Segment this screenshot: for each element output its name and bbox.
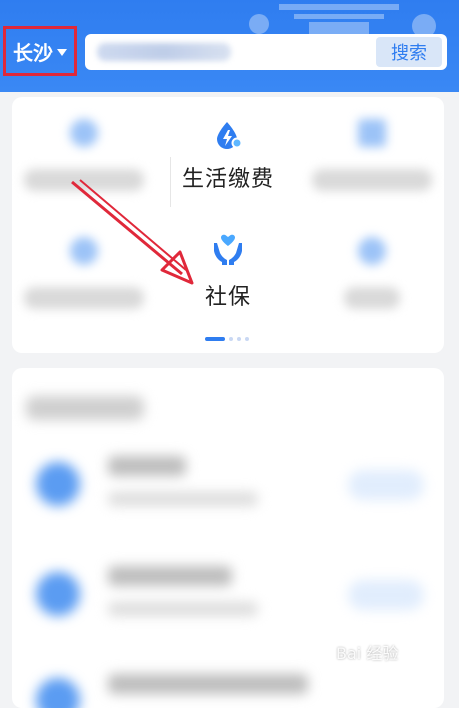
- service-social-insurance[interactable]: 社保: [156, 233, 300, 311]
- service-label-utilities: 生活缴费: [181, 167, 274, 192]
- divider: [170, 157, 171, 207]
- page-dot: [245, 337, 249, 341]
- city-name: 长沙: [13, 40, 53, 65]
- service-blurred-4[interactable]: [300, 237, 444, 309]
- search-input[interactable]: [97, 43, 231, 61]
- list-item-subtitle: [108, 492, 258, 506]
- list-item-icon: [36, 572, 80, 616]
- list-item-subtitle: [108, 602, 258, 616]
- caret-down-icon: [57, 48, 67, 56]
- list-item-icon: [36, 678, 80, 708]
- list-item-title: [108, 674, 308, 694]
- service-blurred-1[interactable]: [12, 119, 156, 191]
- service-utilities[interactable]: 生活缴费: [156, 119, 300, 193]
- watermark: Bai 经验: [336, 644, 399, 663]
- service-blurred-2[interactable]: [300, 119, 444, 191]
- service-icon: [358, 237, 386, 265]
- search-button[interactable]: 搜索: [376, 37, 442, 67]
- service-label: [24, 169, 144, 191]
- page-dot-active: [205, 337, 225, 341]
- service-label: [344, 287, 400, 309]
- service-blurred-3[interactable]: [12, 237, 156, 309]
- service-icon: [70, 237, 98, 265]
- list-item-icon: [36, 462, 80, 506]
- city-skyline-decoration: [249, 4, 436, 34]
- service-icon: [70, 119, 98, 147]
- page-dot: [229, 337, 233, 341]
- city-selector[interactable]: 长沙: [3, 26, 77, 76]
- service-label: [24, 287, 144, 309]
- top-header: 长沙 搜索: [0, 0, 459, 92]
- water-lightning-icon: [217, 122, 243, 149]
- list-item-title: [108, 566, 232, 586]
- hands-heart-icon: [214, 234, 242, 265]
- list-item-button[interactable]: [348, 470, 424, 500]
- section-title: [26, 396, 144, 420]
- service-icon: [358, 119, 386, 147]
- services-grid: 生活缴费 社保: [12, 97, 444, 353]
- service-label-social-insurance: 社保: [204, 285, 251, 310]
- search-bar[interactable]: 搜索: [85, 34, 447, 70]
- service-label: [312, 169, 432, 191]
- pagination-dots: [205, 337, 249, 341]
- list-item-button[interactable]: [348, 580, 424, 610]
- page-dot: [237, 337, 241, 341]
- list-item-title: [108, 456, 186, 476]
